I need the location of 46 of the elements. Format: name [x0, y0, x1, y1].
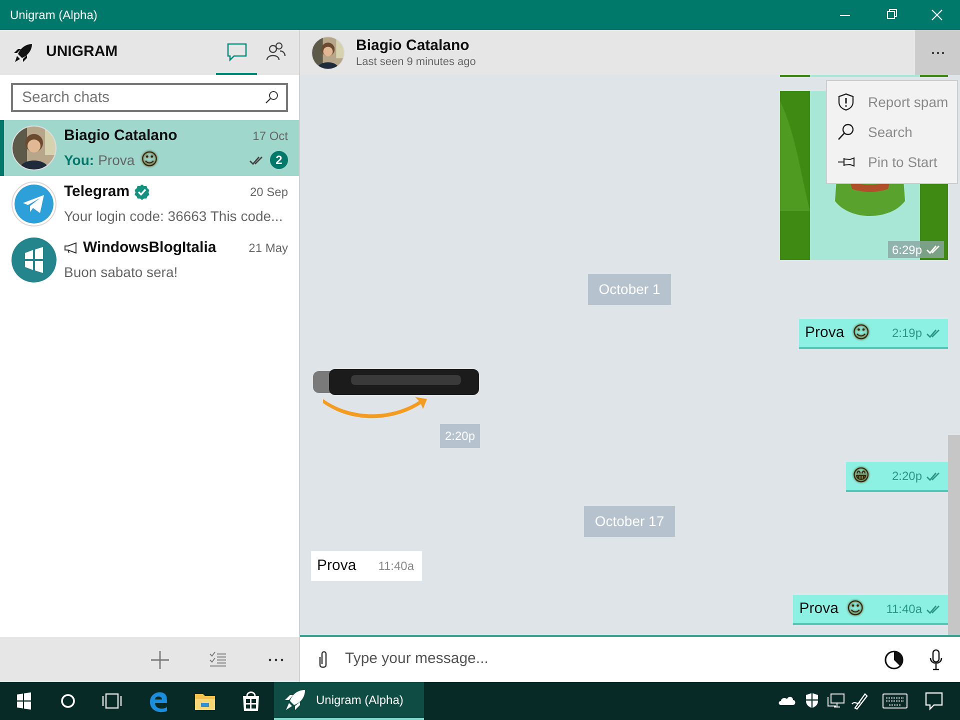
chat-list-item[interactable]: Biagio Catalano 17 Oct You: Prova ☺ 2: [0, 120, 299, 176]
chat-date: 20 Sep: [250, 184, 288, 201]
emoji: ☺: [846, 600, 864, 618]
emoji: 😁: [852, 467, 870, 485]
message-preview: Buon sabato sera!: [64, 262, 178, 282]
unread-count-badge: 2: [270, 151, 288, 169]
message-preview: Prova: [98, 150, 135, 170]
message-text: Prova: [317, 556, 356, 576]
sender-label: You:: [64, 150, 94, 170]
windows-logo-icon: [11, 237, 57, 283]
people-icon: [265, 40, 287, 62]
message-time: 2:19p: [892, 325, 922, 342]
telegram-plane-icon: [11, 181, 57, 227]
taskbar-app-button[interactable]: Unigram (Alpha): [274, 682, 424, 720]
last-seen-status: Last seen 9 minutes ago: [356, 54, 477, 68]
contact-name: Biagio Catalano: [356, 36, 470, 54]
message-time: 6:29p: [892, 242, 922, 258]
chat-date: 17 Oct: [252, 128, 288, 145]
chat-name: WindowsBlogItalia: [83, 238, 216, 258]
shield-alert-icon: [837, 93, 855, 111]
rocket-icon: [284, 689, 306, 711]
message-input[interactable]: Type your message...: [345, 648, 884, 671]
chat-name: Telegram: [64, 182, 130, 202]
message-preview: Your login code: 36663 This code...: [64, 206, 283, 226]
chat-date: 21 May: [248, 240, 288, 257]
message-time: 2:20p: [892, 468, 922, 485]
window-title: Unigram (Alpha): [9, 7, 98, 24]
chat-bubble-icon: [226, 40, 248, 62]
search-field[interactable]: Search chats: [11, 83, 288, 112]
message-text: Prova: [799, 598, 838, 619]
search-icon: [837, 123, 855, 141]
search-icon: [265, 90, 279, 104]
microphone-icon[interactable]: [929, 648, 943, 670]
chat-name: Biagio Catalano: [64, 126, 178, 146]
scrollbar[interactable]: [948, 435, 960, 635]
date-separator: October 17: [584, 506, 676, 537]
rocket-logo-icon: [13, 42, 33, 62]
date-separator: October 1: [588, 274, 672, 305]
emoji: ☺: [140, 151, 158, 169]
message-time: 11:40a: [886, 601, 922, 618]
app-brand: UNIGRAM: [46, 42, 119, 62]
emoji: ☺: [852, 324, 870, 342]
more-icon: [930, 50, 944, 54]
message-text: Prova: [805, 322, 844, 343]
message-time: 2:20p: [440, 424, 480, 448]
message-time: 11:40a: [378, 558, 414, 575]
